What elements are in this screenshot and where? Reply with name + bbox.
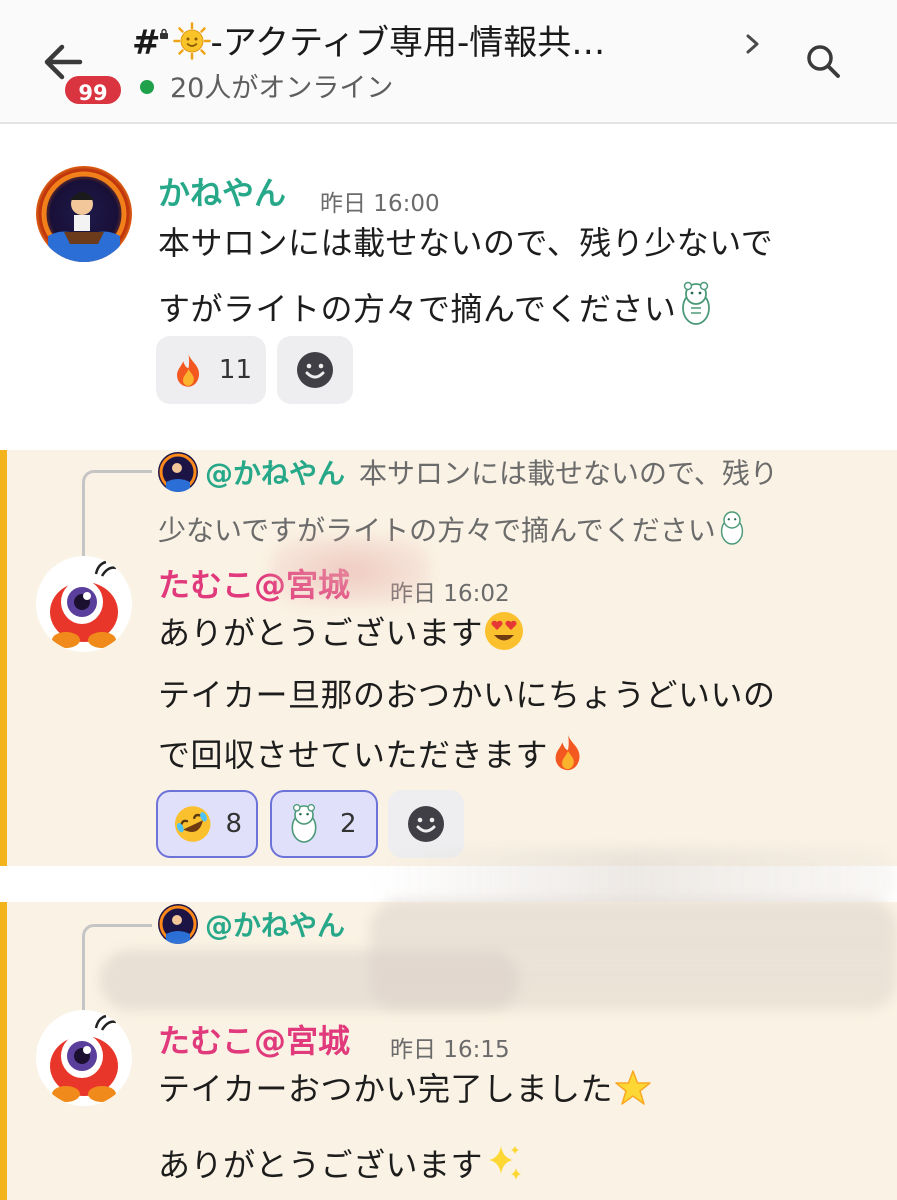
search-icon: [807, 45, 840, 78]
avatar-image: [158, 904, 198, 944]
message-text-span: ありがとうございます: [158, 614, 484, 652]
online-count-text: 20人がオンライン: [170, 73, 394, 104]
reply-mention: @かねやん: [205, 909, 346, 942]
privacy-blur: [100, 950, 520, 1010]
avatar-kaneyan[interactable]: [36, 166, 132, 262]
unread-badge: 99: [62, 73, 124, 107]
reply-preview-line[interactable]: 少ないですがライトの方々で摘んでください: [158, 508, 748, 549]
message-text-span: すがライトの方々で摘んでください: [158, 290, 677, 328]
avatar-image: [36, 166, 132, 262]
message-text-line: テイカーおつかい完了しました: [158, 1064, 653, 1110]
message-text-line: テイカー旦那のおつかいにちょうどいいの: [158, 676, 776, 714]
smiley-add-icon: [297, 352, 333, 388]
avatar-tamuko[interactable]: [36, 556, 132, 652]
smiley-add-icon: [408, 806, 444, 842]
sun-emoji-icon: [172, 22, 211, 60]
lock-icon: [159, 28, 168, 39]
message-text-line: すがライトの方々で摘んでください: [158, 280, 716, 330]
sparkles-icon: [489, 1146, 522, 1180]
message-timestamp: 昨日 16:00: [320, 191, 440, 217]
reaction-count: 11: [218, 355, 252, 385]
heart-eyes-emoji-icon: [485, 612, 524, 650]
message-author[interactable]: かねやん: [158, 168, 286, 214]
reply-avatar-kaneyan: [158, 904, 198, 944]
online-dot-icon: [140, 80, 154, 94]
channel-hash-icon: #: [132, 23, 161, 63]
channel-name: -アクティブ専用-情報共…: [210, 23, 606, 63]
bear-sticker-icon: [291, 803, 317, 843]
privacy-blur: [370, 848, 897, 908]
reply-preview-line[interactable]: @かねやん 本サロンには載せないので、残り: [205, 452, 778, 492]
reaction-rofl[interactable]: 8: [156, 790, 258, 858]
search-button[interactable]: [800, 38, 848, 86]
message-text-line: 本サロンには載せないので、残り少ないで: [158, 224, 774, 262]
rofl-emoji-icon: [174, 806, 211, 842]
message-text-span: ありがとうございます: [158, 1146, 484, 1184]
avatar-image: [158, 452, 198, 492]
reply-avatar-kaneyan: [158, 452, 198, 492]
privacy-blur: [270, 536, 430, 606]
fire-emoji-icon: [177, 354, 200, 387]
channel-header: 99 # -アクティブ専用-情報共… 20人がオンライン: [0, 0, 897, 124]
message-text-span: で回収させていただきます: [158, 736, 549, 774]
channel-info-button[interactable]: [735, 24, 771, 64]
reply-connector-line: [82, 470, 152, 568]
message-text-line: ありがとうございます: [158, 1140, 525, 1186]
channel-title[interactable]: # -アクティブ専用-情報共…: [132, 18, 724, 68]
message-author[interactable]: たむこ@宮城: [158, 1016, 350, 1062]
fire-emoji-icon: [555, 734, 580, 771]
message-text-line: で回収させていただきます: [158, 730, 588, 776]
reply-text: 本サロンには載せないので、残り: [359, 457, 778, 490]
message-timestamp: 昨日 16:15: [390, 1037, 510, 1063]
reaction-count: 8: [225, 809, 242, 839]
glowing-star-icon: [615, 1070, 651, 1105]
chevron-right-icon: [746, 34, 759, 54]
message-text-line: ありがとうございます: [158, 608, 525, 654]
avatar-image: [36, 556, 132, 652]
reaction-fire[interactable]: 11: [156, 336, 266, 404]
reply-mention: @かねやん: [205, 457, 346, 490]
avatar-image: [36, 1010, 132, 1106]
message-text-span: テイカーおつかい完了しました: [158, 1070, 614, 1108]
reply-preview-line[interactable]: @かねやん: [205, 904, 359, 944]
online-status: 20人がオンライン: [140, 70, 393, 108]
reply-text: 少ないですがライトの方々で摘んでください: [158, 514, 716, 547]
reaction-count: 2: [340, 809, 357, 839]
reaction-bear-sticker[interactable]: 2: [270, 790, 378, 858]
avatar-tamuko[interactable]: [36, 1010, 132, 1106]
bear-sticker-icon: [682, 281, 711, 325]
bear-sticker-icon: [720, 511, 743, 545]
add-reaction-button[interactable]: [277, 336, 353, 404]
